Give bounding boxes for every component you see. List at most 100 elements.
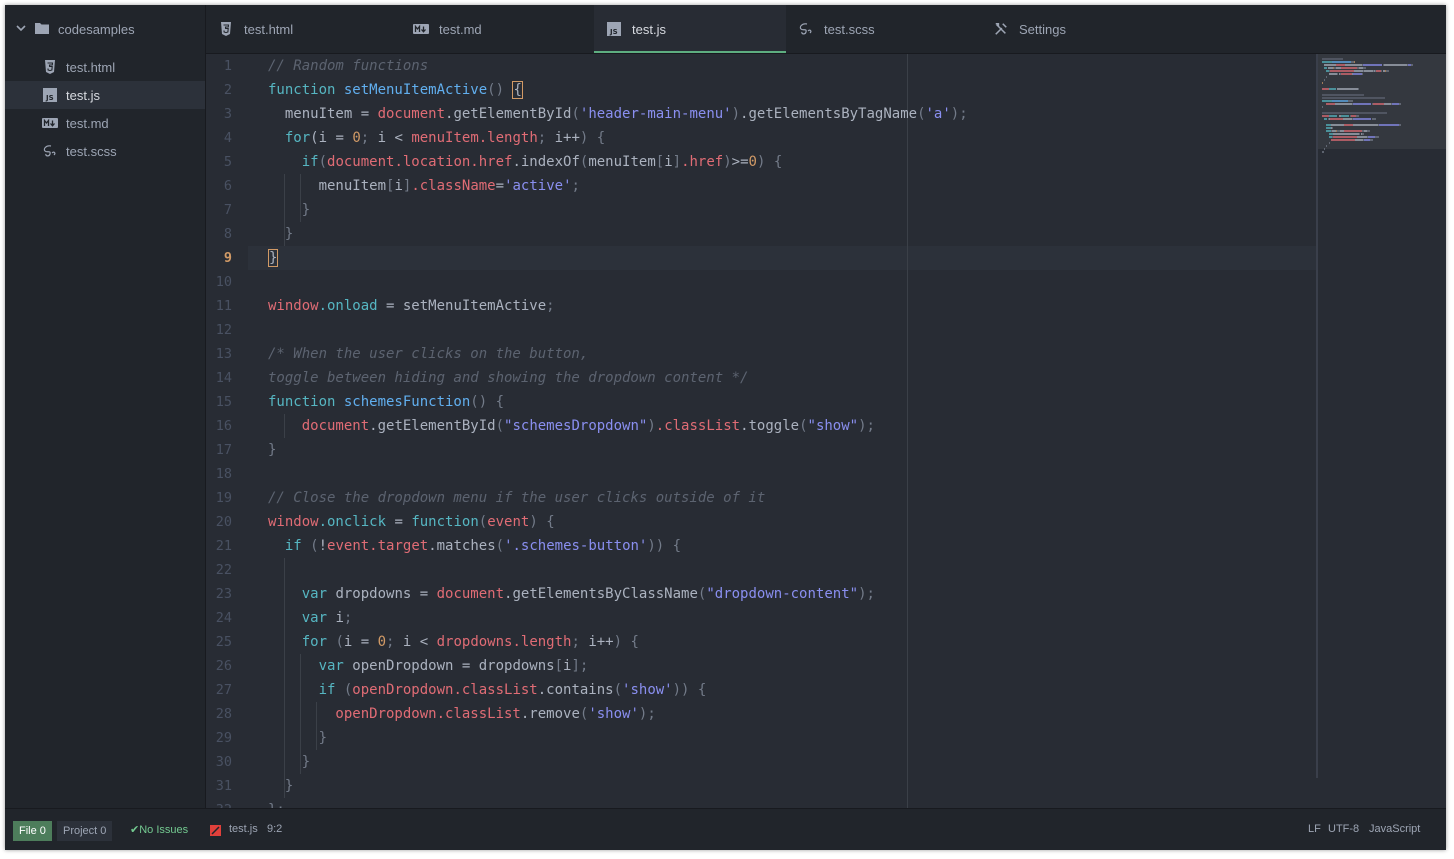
tab-test-md[interactable]: test.md [401, 5, 594, 53]
html5-icon [221, 22, 231, 36]
minimap-token [1324, 148, 1326, 150]
minimap-token [1379, 124, 1399, 126]
minimap-token [1399, 124, 1402, 126]
tree-root-label: codesamples [58, 22, 135, 37]
tree-item-label: test.js [66, 88, 100, 103]
minimap-token [1340, 73, 1352, 75]
minimap-token [1329, 70, 1354, 72]
code-line: var i; [268, 610, 353, 626]
line-number: 29 [215, 730, 232, 746]
minimap-token [1322, 115, 1329, 117]
chevron-down-icon [16, 25, 26, 32]
code-editor[interactable]: 1 2 3 4 5 6 7 8 9 10 11 12 13 14 15 16 1… [206, 54, 1446, 808]
minimap-token [1372, 103, 1384, 105]
line-number: 10 [215, 274, 232, 290]
tab-test-html[interactable]: test.html [206, 5, 401, 53]
minimap-token [1335, 103, 1352, 105]
minimap-token [1328, 73, 1338, 75]
minimap-token [1331, 61, 1351, 63]
tab-test-js[interactable]: JS test.js [594, 5, 786, 53]
linter-status[interactable]: ✔No Issues [130, 823, 188, 836]
tab-label: test.scss [824, 22, 875, 37]
status-filename[interactable]: test.js [229, 823, 258, 835]
code-line: // Close the dropdown menu if the user c… [268, 490, 766, 506]
minimap-token [1333, 133, 1360, 135]
file-modified-icon [210, 825, 221, 836]
minimap-token [1336, 64, 1346, 66]
minimap-token [1340, 115, 1350, 117]
minimap-token [1356, 115, 1360, 117]
tree-item-test-scss[interactable]: test.scss [5, 137, 205, 165]
minimap-token [1324, 64, 1337, 66]
minimap-token [1357, 136, 1368, 138]
project-issues-count[interactable]: Project 0 [57, 821, 113, 841]
tree-item-test-md[interactable]: test.md [5, 109, 205, 137]
minimap-token [1322, 82, 1324, 84]
code-line: window.onload = setMenuItemActive; [268, 298, 555, 314]
grammar-selector[interactable]: JavaScript [1369, 823, 1420, 835]
minimap-token [1342, 118, 1352, 120]
minimap-token [1326, 145, 1328, 147]
minimap-token [1324, 79, 1326, 81]
minimap-token [1363, 70, 1373, 72]
line-number: 15 [215, 394, 232, 410]
code-line: for (i = 0; i < dropdowns.length; i++) { [268, 634, 639, 650]
minimap-token [1383, 64, 1407, 66]
code-line: menuItem[i].className='active'; [268, 178, 580, 194]
status-bar: File 0 Project 0 ✔No Issues test.js 9:2 … [5, 808, 1446, 850]
tab-label: test.js [632, 22, 666, 37]
line-ending-selector[interactable]: LF [1308, 823, 1321, 835]
code-line: } [268, 249, 279, 267]
tree-item-test-html[interactable]: test.html [5, 53, 205, 81]
tab-test-scss[interactable]: test.scss [786, 5, 981, 53]
tree-root-folder[interactable]: codesamples [5, 17, 205, 41]
minimap-token [1344, 130, 1362, 132]
minimap-token [1368, 136, 1375, 138]
markdown-icon [42, 118, 58, 128]
current-line-highlight [248, 246, 1318, 270]
folder-icon [35, 23, 49, 34]
tree-item-label: test.html [66, 60, 116, 75]
minimap-token [1361, 73, 1363, 75]
line-number: 25 [215, 634, 232, 650]
minimap-token [1370, 139, 1373, 141]
line-number: 5 [223, 154, 232, 170]
minimap[interactable] [1318, 54, 1446, 808]
minimap-token [1352, 118, 1372, 120]
minimap-token [1358, 88, 1360, 90]
line-number: 11 [215, 298, 232, 314]
tab-settings[interactable]: Settings [981, 5, 1176, 53]
code-line: document.getElementById("schemesDropdown… [268, 418, 875, 434]
code-line: if (openDropdown.classList.contains('sho… [268, 682, 707, 698]
encoding-selector[interactable]: UTF-8 [1328, 823, 1359, 835]
code-line: }; [268, 798, 285, 808]
tab-label: Settings [1019, 22, 1066, 37]
minimap-token [1329, 118, 1343, 120]
minimap-token [1330, 124, 1344, 126]
cursor-position[interactable]: 9:2 [267, 823, 282, 835]
minimap-token [1322, 151, 1325, 153]
code-line: function setMenuItemActive() { [268, 81, 523, 99]
line-number-gutter[interactable]: 1 2 3 4 5 6 7 8 9 10 11 12 13 14 15 16 1… [206, 54, 248, 808]
line-number: 27 [215, 682, 232, 698]
minimap-token [1322, 100, 1332, 102]
code-line: } [268, 778, 294, 794]
minimap-token [1330, 139, 1355, 141]
minimap-token [1353, 70, 1363, 72]
minimap-token [1374, 136, 1380, 138]
file-issues-count[interactable]: File 0 [13, 821, 52, 841]
minimap-token [1340, 67, 1358, 69]
minimap-token [1363, 139, 1371, 141]
line-number: 1 [223, 58, 232, 74]
tab-label: test.html [244, 22, 294, 37]
line-number: 7 [223, 202, 232, 218]
tools-icon [995, 22, 1007, 35]
markdown-icon [413, 24, 429, 34]
line-number: 2 [223, 82, 232, 98]
minimap-token [1322, 97, 1385, 99]
html5-icon [45, 60, 55, 74]
code-line: } [268, 442, 277, 458]
code-line: } [268, 226, 294, 242]
tree-item-test-js[interactable]: JS test.js [5, 81, 205, 109]
line-number: 12 [215, 322, 232, 338]
